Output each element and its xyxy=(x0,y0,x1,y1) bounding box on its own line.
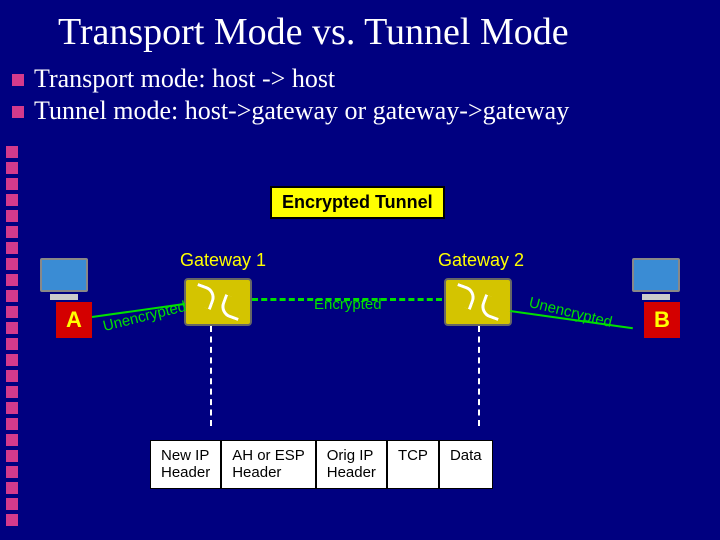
packet-structure: New IPHeader AH or ESPHeader Orig IPHead… xyxy=(150,440,493,489)
bullet-text: Transport mode: host -> host xyxy=(34,64,335,94)
encrypted-tunnel-label: Encrypted Tunnel xyxy=(270,186,445,219)
packet-orig-ip-header: Orig IPHeader xyxy=(316,440,387,489)
unencrypted-left-label: Unencrypted xyxy=(101,298,188,335)
slide-title: Transport Mode vs. Tunnel Mode xyxy=(58,10,569,54)
bullet-icon xyxy=(12,106,24,118)
bullet-list: Transport mode: host -> host Tunnel mode… xyxy=(12,64,569,128)
boundary-line-left xyxy=(210,326,212,426)
gateway-2-icon xyxy=(444,278,512,326)
packet-ah-esp-header: AH or ESPHeader xyxy=(221,440,316,489)
gateway-1-label: Gateway 1 xyxy=(180,250,266,271)
host-b-computer-icon xyxy=(632,258,680,296)
host-a-label: A xyxy=(56,302,92,338)
gateway-1-icon xyxy=(184,278,252,326)
host-a-computer-icon xyxy=(40,258,88,296)
bullet-text: Tunnel mode: host->gateway or gateway->g… xyxy=(34,96,569,126)
host-b-label: B xyxy=(644,302,680,338)
boundary-line-right xyxy=(478,326,480,426)
bullet-icon xyxy=(12,74,24,86)
packet-new-ip-header: New IPHeader xyxy=(150,440,221,489)
packet-tcp: TCP xyxy=(387,440,439,489)
encrypted-center-label: Encrypted xyxy=(314,296,382,313)
unencrypted-right-label: Unencrypted xyxy=(527,294,614,331)
gateway-2-label: Gateway 2 xyxy=(438,250,524,271)
packet-data: Data xyxy=(439,440,493,489)
decorative-side-squares xyxy=(6,146,18,526)
